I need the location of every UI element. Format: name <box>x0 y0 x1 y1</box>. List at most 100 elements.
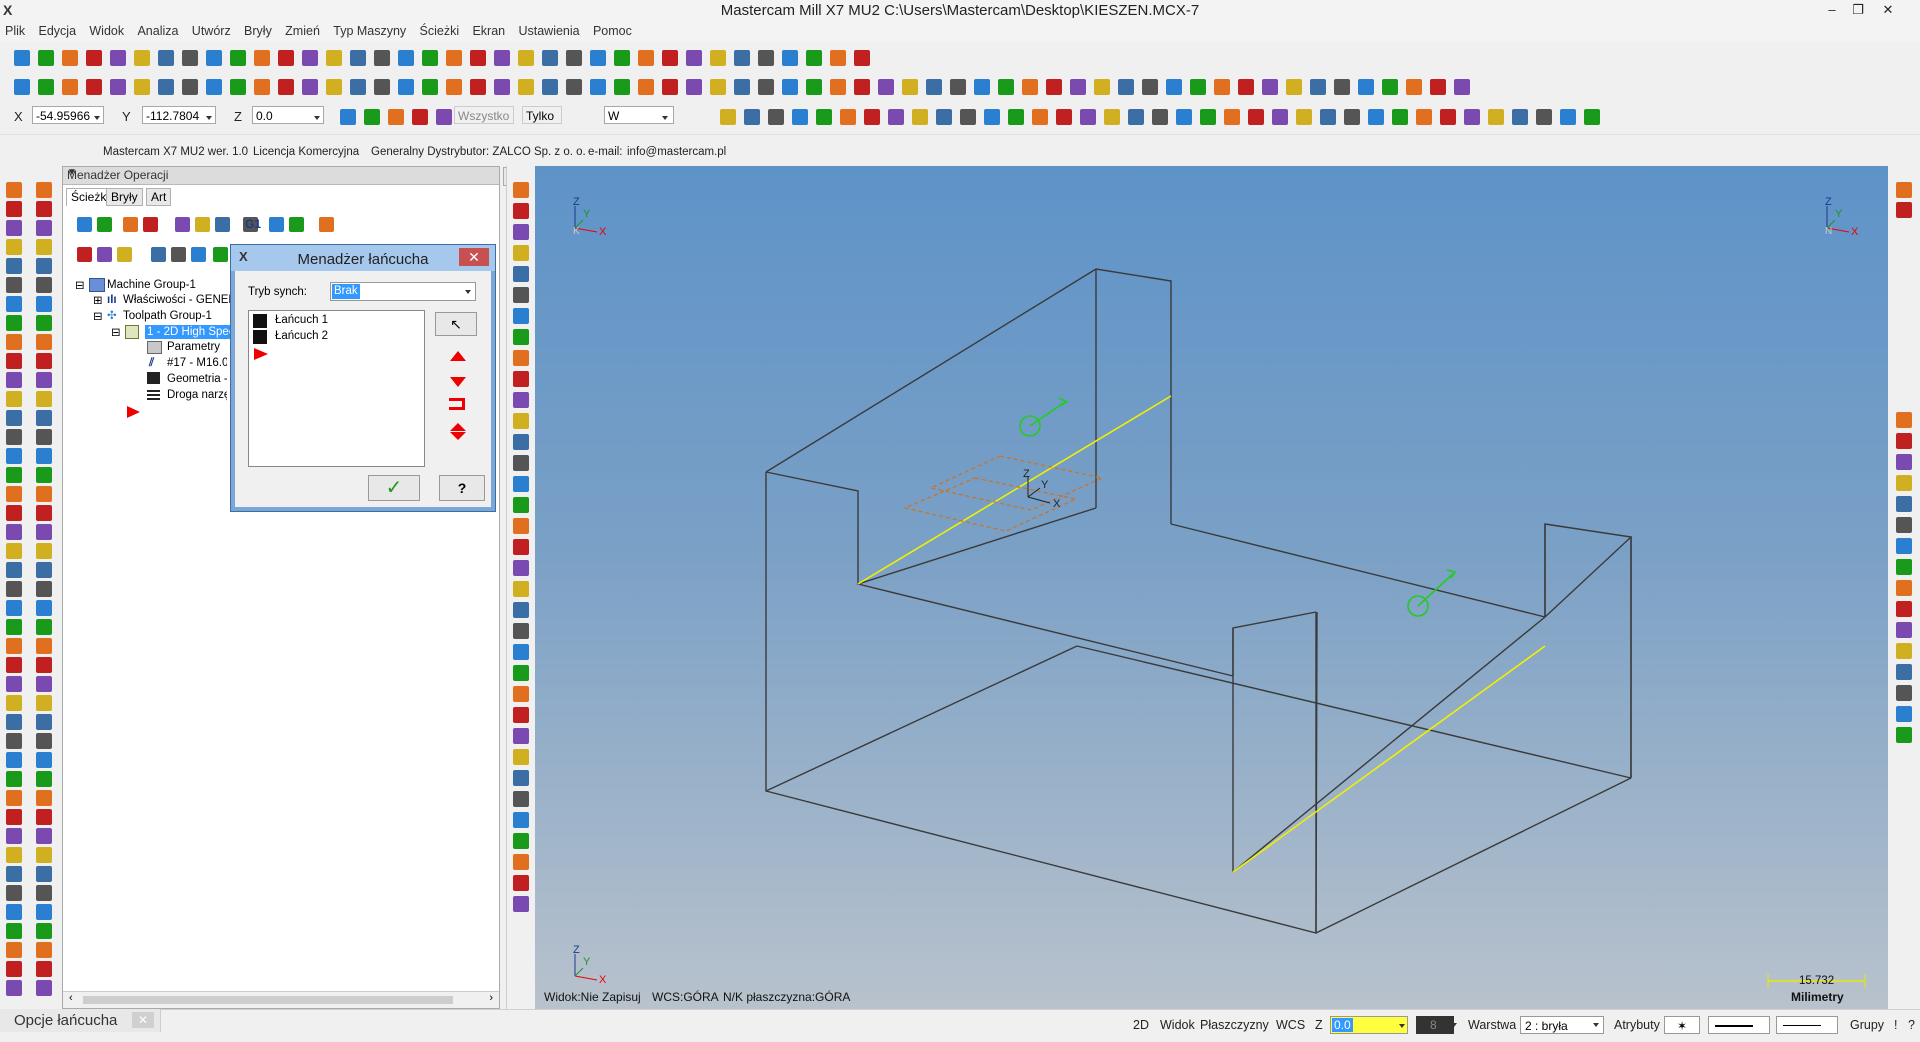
toolpath-strip-icon[interactable] <box>513 686 529 702</box>
reverse-chain-icon[interactable] <box>449 398 465 410</box>
right-strip-tool-icon[interactable] <box>1896 496 1912 512</box>
menu-create[interactable]: Utwórz <box>187 22 236 40</box>
x-coord-field[interactable]: -54.95966 <box>32 106 104 124</box>
left-strip-tool-icon[interactable] <box>6 429 22 445</box>
left-strip-tool-icon[interactable] <box>36 220 52 236</box>
opmgr-tool-icon[interactable] <box>195 217 210 232</box>
toolbar-tool-icon[interactable] <box>758 79 774 95</box>
sync-mode-dropdown-icon[interactable] <box>465 290 471 294</box>
toolbar-tool-icon[interactable] <box>1166 79 1182 95</box>
w-select-field[interactable]: W <box>604 106 674 124</box>
opmgr-tool-icon[interactable] <box>97 247 112 262</box>
tab-solids[interactable]: Bryły <box>106 188 143 206</box>
toolbar-tool-icon[interactable] <box>62 79 78 95</box>
toolbar-tool-icon[interactable] <box>614 79 630 95</box>
left-strip-tool-icon[interactable] <box>36 809 52 825</box>
right-strip-tool-icon[interactable] <box>1896 517 1912 533</box>
toolbar-tool-icon[interactable] <box>1406 79 1422 95</box>
toolbar-tool-icon[interactable] <box>926 79 942 95</box>
toolbar-tool-icon[interactable] <box>638 50 654 66</box>
toolbar-tool-icon[interactable] <box>158 79 174 95</box>
left-strip-tool-icon[interactable] <box>6 714 22 730</box>
left-strip-tool-icon[interactable] <box>36 562 52 578</box>
toolbar-tool-icon[interactable] <box>758 50 774 66</box>
right-strip-tool-icon[interactable] <box>1896 727 1912 743</box>
toolbar-tool-icon[interactable] <box>302 79 318 95</box>
ok-button[interactable]: ✓ <box>368 475 420 501</box>
left-strip-tool-icon[interactable] <box>36 277 52 293</box>
toolpath-strip-icon[interactable] <box>513 623 529 639</box>
left-strip-tool-icon[interactable] <box>36 752 52 768</box>
right-strip-tool-icon[interactable] <box>1896 433 1912 449</box>
tree-properties[interactable]: Właściwości - GENERI <box>123 293 240 307</box>
toolbar-tool-icon[interactable] <box>1440 109 1456 125</box>
toolbar-tool-icon[interactable] <box>1262 79 1278 95</box>
opmgr-tool-icon[interactable] <box>215 217 230 232</box>
toolpath-strip-icon[interactable] <box>513 896 529 912</box>
left-strip-tool-icon[interactable] <box>36 600 52 616</box>
left-strip-tool-icon[interactable] <box>36 410 52 426</box>
left-strip-tool-icon[interactable] <box>6 600 22 616</box>
toolbar-tool-icon[interactable] <box>768 109 784 125</box>
toolpath-strip-icon[interactable] <box>513 791 529 807</box>
toolbar-tool-icon[interactable] <box>1046 79 1062 95</box>
toolpath-strip-icon[interactable] <box>513 560 529 576</box>
toolbar-tool-icon[interactable] <box>854 50 870 66</box>
left-strip-tool-icon[interactable] <box>6 657 22 673</box>
close-window-button[interactable]: ✕ <box>1876 1 1900 19</box>
opmgr-tool-icon[interactable] <box>143 217 158 232</box>
left-strip-tool-icon[interactable] <box>36 638 52 654</box>
left-strip-tool-icon[interactable] <box>6 353 22 369</box>
left-strip-tool-icon[interactable] <box>6 809 22 825</box>
opmgr-tool-icon[interactable] <box>269 217 284 232</box>
left-strip-tool-icon[interactable] <box>36 790 52 806</box>
right-strip-tool-icon[interactable] <box>1896 182 1912 198</box>
left-strip-tool-icon[interactable] <box>6 220 22 236</box>
left-strip-tool-icon[interactable] <box>6 581 22 597</box>
tree-expander[interactable]: ⊟ <box>93 310 103 324</box>
right-strip-tool-icon[interactable] <box>1896 454 1912 470</box>
opmgr-tool-icon[interactable] <box>151 247 166 262</box>
right-strip-tool-icon[interactable] <box>1896 580 1912 596</box>
toolbar-tool-icon[interactable] <box>182 79 198 95</box>
toolbar-tool-icon[interactable] <box>446 79 462 95</box>
left-strip-tool-icon[interactable] <box>36 258 52 274</box>
left-strip-tool-icon[interactable] <box>36 372 52 388</box>
point-style-select[interactable]: ✶ <box>1664 1016 1700 1034</box>
move-down-icon[interactable] <box>450 377 466 387</box>
toolbar-tool-icon[interactable] <box>864 109 880 125</box>
toolbar-tool-icon[interactable] <box>398 50 414 66</box>
reorder-down-icon[interactable] <box>450 432 466 440</box>
toolbar-tool-icon[interactable] <box>326 79 342 95</box>
graphics-viewport[interactable]: Z X Y K Z X Y N Z X Y Z X Y Widok:Nie Za… <box>535 166 1888 1009</box>
toolbar-tool-icon[interactable] <box>984 109 1000 125</box>
toolbar-tool-icon[interactable] <box>912 109 928 125</box>
left-strip-tool-icon[interactable] <box>36 581 52 597</box>
level-color-field[interactable]: 8 <box>1416 1016 1454 1034</box>
toolbar-tool-icon[interactable] <box>806 50 822 66</box>
chain-dialog-close-button[interactable]: ✕ <box>459 248 489 266</box>
toolpath-strip-icon[interactable] <box>513 749 529 765</box>
tree-toolpath[interactable]: Droga narzędz <box>167 388 227 402</box>
left-strip-tool-icon[interactable] <box>36 391 52 407</box>
menu-view[interactable]: Widok <box>84 22 129 40</box>
left-strip-tool-icon[interactable] <box>36 182 52 198</box>
toolpath-strip-icon[interactable] <box>513 707 529 723</box>
tree-geometry[interactable]: Geometria - ( <box>167 372 227 386</box>
move-up-icon[interactable] <box>450 351 466 361</box>
left-strip-tool-icon[interactable] <box>6 505 22 521</box>
toolbar-tool-icon[interactable] <box>494 79 510 95</box>
left-strip-tool-icon[interactable] <box>6 828 22 844</box>
toolpath-strip-icon[interactable] <box>513 266 529 282</box>
tree-parameters[interactable]: Parametry <box>167 340 220 354</box>
toolpath-strip-icon[interactable] <box>513 770 529 786</box>
toolpath-strip-icon[interactable] <box>513 392 529 408</box>
tree-expander[interactable]: ⊞ <box>93 294 103 308</box>
toolbar-tool-icon[interactable] <box>14 50 30 66</box>
toolbar-tool-icon[interactable] <box>388 109 404 125</box>
warning-button[interactable]: ! <box>1894 1014 1897 1036</box>
toolbar-tool-icon[interactable] <box>566 50 582 66</box>
left-strip-tool-icon[interactable] <box>6 334 22 350</box>
chain-options-close-button[interactable]: ✕ <box>132 1012 154 1028</box>
toolbar-tool-icon[interactable] <box>1056 109 1072 125</box>
